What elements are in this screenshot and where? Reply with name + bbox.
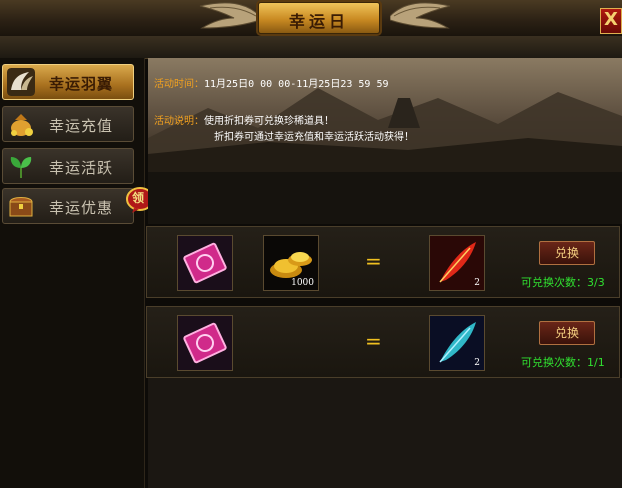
event-desc-label: 活动说明： [154,116,204,127]
input-slot[interactable]: 1000 [263,235,319,291]
item-count: 1000 [291,278,314,288]
title-plate: 幸运日 [258,2,380,34]
output-slot[interactable]: 2 [429,315,485,371]
item-count: 2 [474,278,480,288]
wing-icon [7,68,35,96]
money-bag-icon [11,114,33,136]
sidebar-item-lucky-wings[interactable]: 幸运羽翼 [2,64,134,100]
window-title: 幸运日 [288,12,349,31]
exchange-button[interactable]: 兑换 [539,321,595,345]
leaf-icon [10,157,32,178]
title-bar: 幸运日 X [0,0,622,37]
item-count: 2 [474,358,480,368]
exchange-times: 可兑换次数：3/3 [521,276,605,289]
exchange-button[interactable]: 兑换 [539,241,595,265]
sidebar-item-label: 幸运充值 [49,117,114,135]
event-banner: 活动时间：11月25日0 00 00-11月25日23 59 59 活动说明：使… [148,58,622,172]
close-icon: X [604,9,618,30]
exchange-times: 可兑换次数：1/1 [521,356,605,369]
empty-content-area [148,378,622,488]
event-time-value: 11月25日0 00 00-11月25日23 59 59 [204,79,389,90]
sidebar: 幸运羽翼 幸运充值 幸运活跃 幸运优惠 [0,58,145,488]
input-slot[interactable] [177,315,233,371]
badge-text: 领 [132,191,145,205]
sidebar-item-label: 幸运活跃 [49,159,114,177]
header-ribbon [0,36,622,59]
event-time-line: 活动时间：11月25日0 00 00-11月25日23 59 59 [154,75,389,90]
output-slot[interactable]: 2 [429,235,485,291]
sidebar-item-label: 幸运优惠 [49,199,114,217]
event-desc-line: 活动说明：使用折扣券可兑换珍稀道具！ [154,112,334,127]
sidebar-item-lucky-activity[interactable]: 幸运活跃 [2,148,134,184]
event-time-label: 活动时间： [154,79,204,90]
input-slot[interactable] [177,235,233,291]
right-wing-ornament-icon [390,2,451,29]
exchange-row: = 2 兑换 可兑换次数：1/1 [146,306,620,378]
discount-coupon-icon [178,316,232,370]
sidebar-item-label: 幸运羽翼 [49,75,114,93]
exchange-row: 1000 = 2 兑换 可兑换次数：3/3 [146,226,620,298]
equals-sign: = [365,249,382,273]
sidebar-item-lucky-discount[interactable]: 幸运优惠 [2,188,134,224]
equals-sign: = [365,329,382,353]
spacer-panel [148,172,622,224]
event-desc-line1: 使用折扣券可兑换珍稀道具！ [204,116,334,127]
discount-coupon-icon [178,236,232,290]
close-button[interactable]: X [600,8,622,34]
event-desc-line2: 折扣券可通过幸运充值和幸运活跃活动获得！ [214,132,414,143]
left-wing-ornament-icon [199,2,260,29]
treasure-chest-icon [9,197,33,217]
sidebar-item-lucky-recharge[interactable]: 幸运充值 [2,106,134,142]
